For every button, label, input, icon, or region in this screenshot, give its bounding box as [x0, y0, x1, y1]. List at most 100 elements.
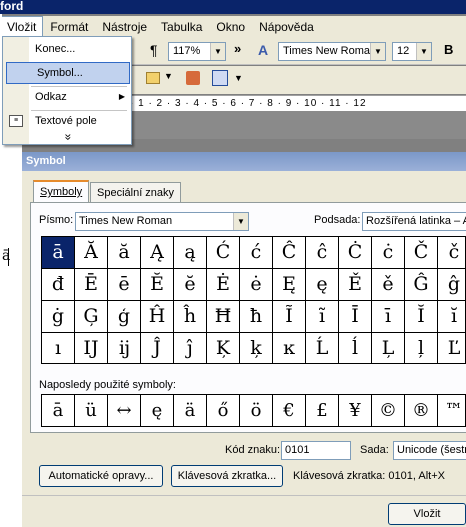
- symbol-cell[interactable]: ĭ: [438, 301, 465, 332]
- dialog-title-bar[interactable]: Symbol: [22, 152, 466, 171]
- symbol-cell[interactable]: ě: [372, 269, 404, 300]
- symbol-cell[interactable]: đ: [42, 269, 74, 300]
- symbol-cell[interactable]: ĕ: [174, 269, 206, 300]
- shortcut-key-button[interactable]: Klávesová zkratka...: [171, 465, 283, 487]
- chevron-down-icon[interactable]: ▼: [164, 71, 173, 81]
- menu-format[interactable]: Formát: [43, 16, 95, 38]
- symbol-cell[interactable]: Ē: [75, 269, 107, 300]
- menu-item-odkaz[interactable]: Odkaz ▶: [5, 87, 129, 109]
- set-select[interactable]: Unicode (šestn: [393, 441, 466, 460]
- tab-specialni-znaky[interactable]: Speciální znaky: [90, 182, 182, 204]
- recent-symbol-cell[interactable]: ő: [207, 395, 239, 426]
- menu-okno[interactable]: Okno: [209, 16, 252, 38]
- code-field[interactable]: 0101: [281, 441, 351, 460]
- symbol-cell[interactable]: Ĳ: [75, 333, 107, 363]
- symbol-cell[interactable]: Ę: [273, 269, 305, 300]
- symbol-cell[interactable]: Ĝ: [405, 269, 437, 300]
- symbol-cell[interactable]: ă: [108, 237, 140, 268]
- symbol-cell[interactable]: Ķ: [207, 333, 239, 363]
- menu-napoveda[interactable]: Nápověda: [252, 16, 321, 38]
- symbol-cell[interactable]: Ļ: [372, 333, 404, 363]
- symbol-cell[interactable]: ĳ: [108, 333, 140, 363]
- align-icon[interactable]: [212, 70, 228, 86]
- symbol-cell[interactable]: ĉ: [306, 237, 338, 268]
- menu-nastroje[interactable]: Nástroje: [95, 16, 154, 38]
- symbol-cell[interactable]: Ě: [339, 269, 371, 300]
- symbol-cell[interactable]: ġ: [42, 301, 74, 332]
- symbol-cell[interactable]: ĸ: [273, 333, 305, 363]
- symbol-cell[interactable]: ą: [174, 237, 206, 268]
- symbol-cell[interactable]: Ĺ: [306, 333, 338, 363]
- symbol-cell[interactable]: ĥ: [174, 301, 206, 332]
- recent-symbol-cell[interactable]: ¥: [339, 395, 371, 426]
- symbol-cell[interactable]: ā: [42, 237, 74, 268]
- symbol-cell[interactable]: Ĭ: [405, 301, 437, 332]
- symbol-cell[interactable]: Ą: [141, 237, 173, 268]
- menu-item-konec[interactable]: Konec...: [5, 39, 129, 61]
- symbol-cell[interactable]: Ĩ: [273, 301, 305, 332]
- symbol-cell[interactable]: ĺ: [339, 333, 371, 363]
- symbol-cell[interactable]: Ă: [75, 237, 107, 268]
- menu-vlozit[interactable]: Vložit: [0, 16, 44, 38]
- pilcrow-button[interactable]: ¶: [150, 42, 158, 58]
- menu-item-textove-pole[interactable]: Textové pole: [5, 111, 129, 133]
- symbol-cell[interactable]: Ĵ: [141, 333, 173, 363]
- symbol-cell[interactable]: ċ: [372, 237, 404, 268]
- recent-symbol-cell[interactable]: £: [306, 395, 338, 426]
- menu-tabulka[interactable]: Tabulka: [154, 16, 209, 38]
- symbol-cell[interactable]: ĝ: [438, 269, 465, 300]
- symbol-cell[interactable]: ē: [108, 269, 140, 300]
- symbol-cell[interactable]: Ĥ: [141, 301, 173, 332]
- recent-symbol-cell[interactable]: ę: [141, 395, 173, 426]
- symbol-cell[interactable]: ı: [42, 333, 74, 363]
- document-page[interactable]: ā: [0, 140, 22, 527]
- symbol-cell[interactable]: ĩ: [306, 301, 338, 332]
- recent-symbol-cell[interactable]: ↔: [108, 395, 140, 426]
- symbol-cell[interactable]: ī: [372, 301, 404, 332]
- symbol-cell[interactable]: Ė: [207, 269, 239, 300]
- recent-symbol-cell[interactable]: ā: [42, 395, 74, 426]
- recent-symbol-cell[interactable]: ö: [240, 395, 272, 426]
- symbol-cell[interactable]: ļ: [405, 333, 437, 363]
- font-size-combo[interactable]: 12 ▼: [392, 42, 432, 61]
- tab-symboly[interactable]: Symboly: [33, 180, 90, 203]
- recent-symbol-cell[interactable]: ä: [174, 395, 206, 426]
- symbol-cell[interactable]: Ć: [207, 237, 239, 268]
- font-name-combo[interactable]: Times New Roman ▼: [278, 42, 386, 61]
- expand-menu-icon[interactable]: »: [61, 134, 75, 141]
- recent-symbol-cell[interactable]: ®: [405, 395, 437, 426]
- symbol-cell[interactable]: Ģ: [75, 301, 107, 332]
- symbol-cell[interactable]: Ľ: [438, 333, 465, 363]
- symbol-cell[interactable]: ģ: [108, 301, 140, 332]
- symbol-cell[interactable]: Ī: [339, 301, 371, 332]
- symbol-cell[interactable]: Ĕ: [141, 269, 173, 300]
- symbol-cell[interactable]: ę: [306, 269, 338, 300]
- symbol-cell[interactable]: ĵ: [174, 333, 206, 363]
- symbol-cell[interactable]: Ċ: [339, 237, 371, 268]
- symbol-cell[interactable]: Ħ: [207, 301, 239, 332]
- symbol-cell[interactable]: ħ: [240, 301, 272, 332]
- horizontal-ruler[interactable]: · 1 · 2 · 3 · 4 · 5 · 6 · 7 · 8 · 9 · 10…: [130, 95, 466, 111]
- symbol-cell[interactable]: ć: [240, 237, 272, 268]
- style-icon[interactable]: A: [258, 42, 268, 58]
- menu-item-symbol[interactable]: Symbol...: [6, 62, 130, 84]
- symbol-cell[interactable]: Č: [405, 237, 437, 268]
- recent-symbol-cell[interactable]: ü: [75, 395, 107, 426]
- font-select[interactable]: Times New Roman ▼: [75, 212, 249, 231]
- recent-symbol-cell[interactable]: ©: [372, 395, 404, 426]
- symbol-cell[interactable]: ķ: [240, 333, 272, 363]
- chevron-down-icon[interactable]: ▼: [234, 73, 243, 83]
- highlight-icon[interactable]: [186, 71, 200, 85]
- subset-select[interactable]: Rozšířená latinka – A: [362, 212, 466, 231]
- symbol-cell[interactable]: č: [438, 237, 465, 268]
- insert-button[interactable]: Vložit: [388, 503, 466, 525]
- symbol-cell[interactable]: ė: [240, 269, 272, 300]
- autocorrect-button[interactable]: Automatické opravy...: [39, 465, 163, 487]
- folder-icon[interactable]: [146, 72, 160, 84]
- recent-symbol-cell[interactable]: €: [273, 395, 305, 426]
- bold-button[interactable]: B: [444, 42, 453, 57]
- toolbar-overflow-icon[interactable]: »: [234, 41, 241, 56]
- recent-symbol-cell[interactable]: ™: [438, 395, 465, 426]
- zoom-combo[interactable]: 117% ▼: [168, 42, 226, 61]
- symbol-cell[interactable]: Ĉ: [273, 237, 305, 268]
